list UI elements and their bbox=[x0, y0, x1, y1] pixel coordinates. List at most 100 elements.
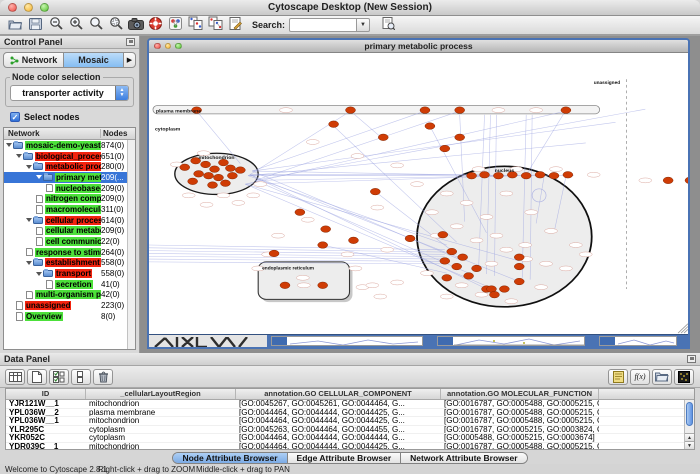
table-row[interactable]: YPL036W__1mitochondrion[GO:0044464, GO:0… bbox=[6, 417, 694, 426]
node[interactable] bbox=[425, 123, 435, 130]
node[interactable] bbox=[318, 282, 328, 289]
node[interactable] bbox=[472, 265, 482, 272]
table-row[interactable]: YKR052Ccytoplasm[GO:0044464, GO:0044444,… bbox=[6, 434, 694, 443]
tree-row-secretion[interactable]: secretion41(0) bbox=[4, 279, 135, 290]
tree-row-mosaic-demo-yeast[interactable]: mosaic-demo-yeast874(0) bbox=[4, 140, 135, 151]
node[interactable] bbox=[210, 166, 220, 173]
tree-column-network[interactable]: Network bbox=[4, 129, 101, 138]
tree-row-biological-process[interactable]: biological_process651(0) bbox=[4, 151, 135, 162]
node[interactable] bbox=[405, 235, 415, 242]
delete-attribute-icon[interactable] bbox=[93, 369, 113, 385]
vizmapper-icon[interactable] bbox=[166, 15, 185, 32]
node[interactable] bbox=[489, 291, 499, 298]
tree-scrollbar[interactable] bbox=[127, 140, 135, 349]
node[interactable] bbox=[227, 172, 237, 179]
unselect-all-attributes-icon[interactable] bbox=[71, 369, 91, 385]
node[interactable] bbox=[447, 248, 457, 255]
expand-triangle-icon[interactable] bbox=[36, 272, 42, 276]
search-input[interactable] bbox=[289, 18, 357, 32]
tab-node-attribute-browser[interactable]: Node Attribute Browser bbox=[173, 453, 286, 463]
node[interactable] bbox=[329, 121, 339, 128]
node[interactable] bbox=[438, 231, 448, 238]
node[interactable] bbox=[194, 171, 204, 178]
background-window-thumbnail[interactable] bbox=[437, 336, 585, 346]
tree-row-cellular-metabo[interactable]: cellular metabo209(0) bbox=[4, 226, 135, 237]
edge[interactable] bbox=[255, 109, 645, 180]
node[interactable] bbox=[280, 282, 290, 289]
app-titlebar[interactable]: Cytoscape Desktop (New Session) bbox=[0, 0, 700, 16]
node[interactable] bbox=[663, 177, 673, 184]
tree-column-nodes[interactable]: Nodes bbox=[101, 129, 135, 138]
expand-triangle-icon[interactable] bbox=[36, 175, 42, 179]
node[interactable] bbox=[220, 180, 230, 187]
node[interactable] bbox=[514, 263, 524, 270]
node[interactable] bbox=[452, 263, 462, 270]
expand-triangle-icon[interactable] bbox=[26, 261, 32, 265]
node[interactable] bbox=[464, 273, 474, 280]
expand-triangle-icon[interactable] bbox=[16, 154, 22, 158]
tree-row-unassigned[interactable]: unassigned223(0) bbox=[4, 300, 135, 311]
node[interactable] bbox=[321, 226, 331, 233]
tabs-overflow-arrow-icon[interactable]: ▶ bbox=[123, 53, 135, 67]
node[interactable] bbox=[214, 174, 224, 181]
select-nodes-checkbox[interactable]: ✓ bbox=[10, 112, 20, 122]
node[interactable] bbox=[467, 172, 477, 179]
select-all-attributes-icon[interactable] bbox=[49, 369, 69, 385]
node[interactable] bbox=[269, 250, 279, 257]
save-session-icon[interactable] bbox=[26, 16, 45, 33]
node[interactable] bbox=[455, 134, 465, 141]
node[interactable] bbox=[204, 172, 214, 179]
scroll-down-icon[interactable]: ▼ bbox=[685, 441, 694, 449]
node[interactable] bbox=[440, 258, 450, 265]
import-table-icon[interactable] bbox=[608, 369, 628, 385]
edge[interactable] bbox=[252, 122, 615, 171]
table-scrollbar-thumb[interactable] bbox=[686, 402, 693, 426]
network-view-window[interactable]: primary metabolic process plasma membran… bbox=[147, 38, 690, 349]
node[interactable] bbox=[349, 237, 359, 244]
node[interactable] bbox=[561, 107, 571, 114]
destroy-view-icon[interactable] bbox=[379, 15, 398, 32]
function-builder-icon[interactable]: f(x) bbox=[630, 369, 650, 385]
node[interactable] bbox=[514, 254, 524, 261]
node[interactable] bbox=[225, 165, 235, 172]
network-view-titlebar[interactable]: primary metabolic process bbox=[149, 40, 688, 53]
table-row[interactable]: YDR039C__1mitochondrion[GO:0044464, GO:0… bbox=[6, 443, 694, 450]
float-panel-icon[interactable] bbox=[126, 38, 135, 46]
node[interactable] bbox=[440, 145, 450, 152]
zoom-out-icon[interactable] bbox=[46, 15, 65, 32]
node[interactable] bbox=[208, 182, 218, 189]
zoom-in-icon[interactable] bbox=[66, 15, 85, 32]
node[interactable] bbox=[480, 171, 490, 178]
table-column-header[interactable]: ID bbox=[6, 389, 86, 399]
attribute-table[interactable]: ID_cellularLayoutRegionannotation.GO CEL… bbox=[5, 388, 695, 450]
background-network-fragment[interactable] bbox=[149, 335, 267, 347]
tree-row-primary-metabo[interactable]: primary metabo209(... bbox=[4, 172, 135, 183]
tree-row-establishment-of-lo[interactable]: establishment of lo558(0) bbox=[4, 258, 135, 269]
node[interactable] bbox=[370, 188, 380, 195]
edge[interactable] bbox=[334, 126, 457, 242]
tree-row-cellular-process[interactable]: cellular process614(0) bbox=[4, 215, 135, 226]
table-row[interactable]: YLR295Ccytoplasm[GO:0045263, GO:0044464,… bbox=[6, 426, 694, 435]
edge[interactable] bbox=[149, 256, 445, 259]
tree-row-overview[interactable]: Overview8(0) bbox=[4, 311, 135, 322]
node[interactable] bbox=[535, 171, 545, 178]
tree-row-metabolic-process[interactable]: metabolic process280(0) bbox=[4, 161, 135, 172]
tree-row-macromolecule[interactable]: macromolecule311(0) bbox=[4, 204, 135, 215]
node[interactable] bbox=[188, 178, 198, 185]
tree-row-response-to-stimulu[interactable]: response to stimulu264(0) bbox=[4, 247, 135, 258]
node[interactable] bbox=[442, 275, 452, 282]
open-attributes-icon[interactable] bbox=[652, 369, 672, 385]
node[interactable] bbox=[499, 286, 509, 293]
table-column-header[interactable]: _cellularLayoutRegion bbox=[86, 389, 236, 399]
node[interactable] bbox=[549, 172, 559, 179]
tab-network-attribute-browser[interactable]: Network Attribute Browser bbox=[400, 453, 526, 463]
copy-view-icon[interactable] bbox=[186, 15, 205, 32]
node[interactable] bbox=[378, 134, 388, 141]
help-icon[interactable] bbox=[146, 15, 165, 32]
tab-edge-attribute-browser[interactable]: Edge Attribute Browser bbox=[287, 453, 401, 463]
tab-mosaic[interactable]: Mosaic bbox=[63, 53, 123, 67]
tree-row-cell-communicat[interactable]: cell communicat22(0) bbox=[4, 236, 135, 247]
annotation-icon[interactable] bbox=[226, 15, 245, 32]
tree-row-nitrogen-compo[interactable]: nitrogen compo209(0) bbox=[4, 193, 135, 204]
zoom-selected-icon[interactable] bbox=[106, 15, 125, 32]
